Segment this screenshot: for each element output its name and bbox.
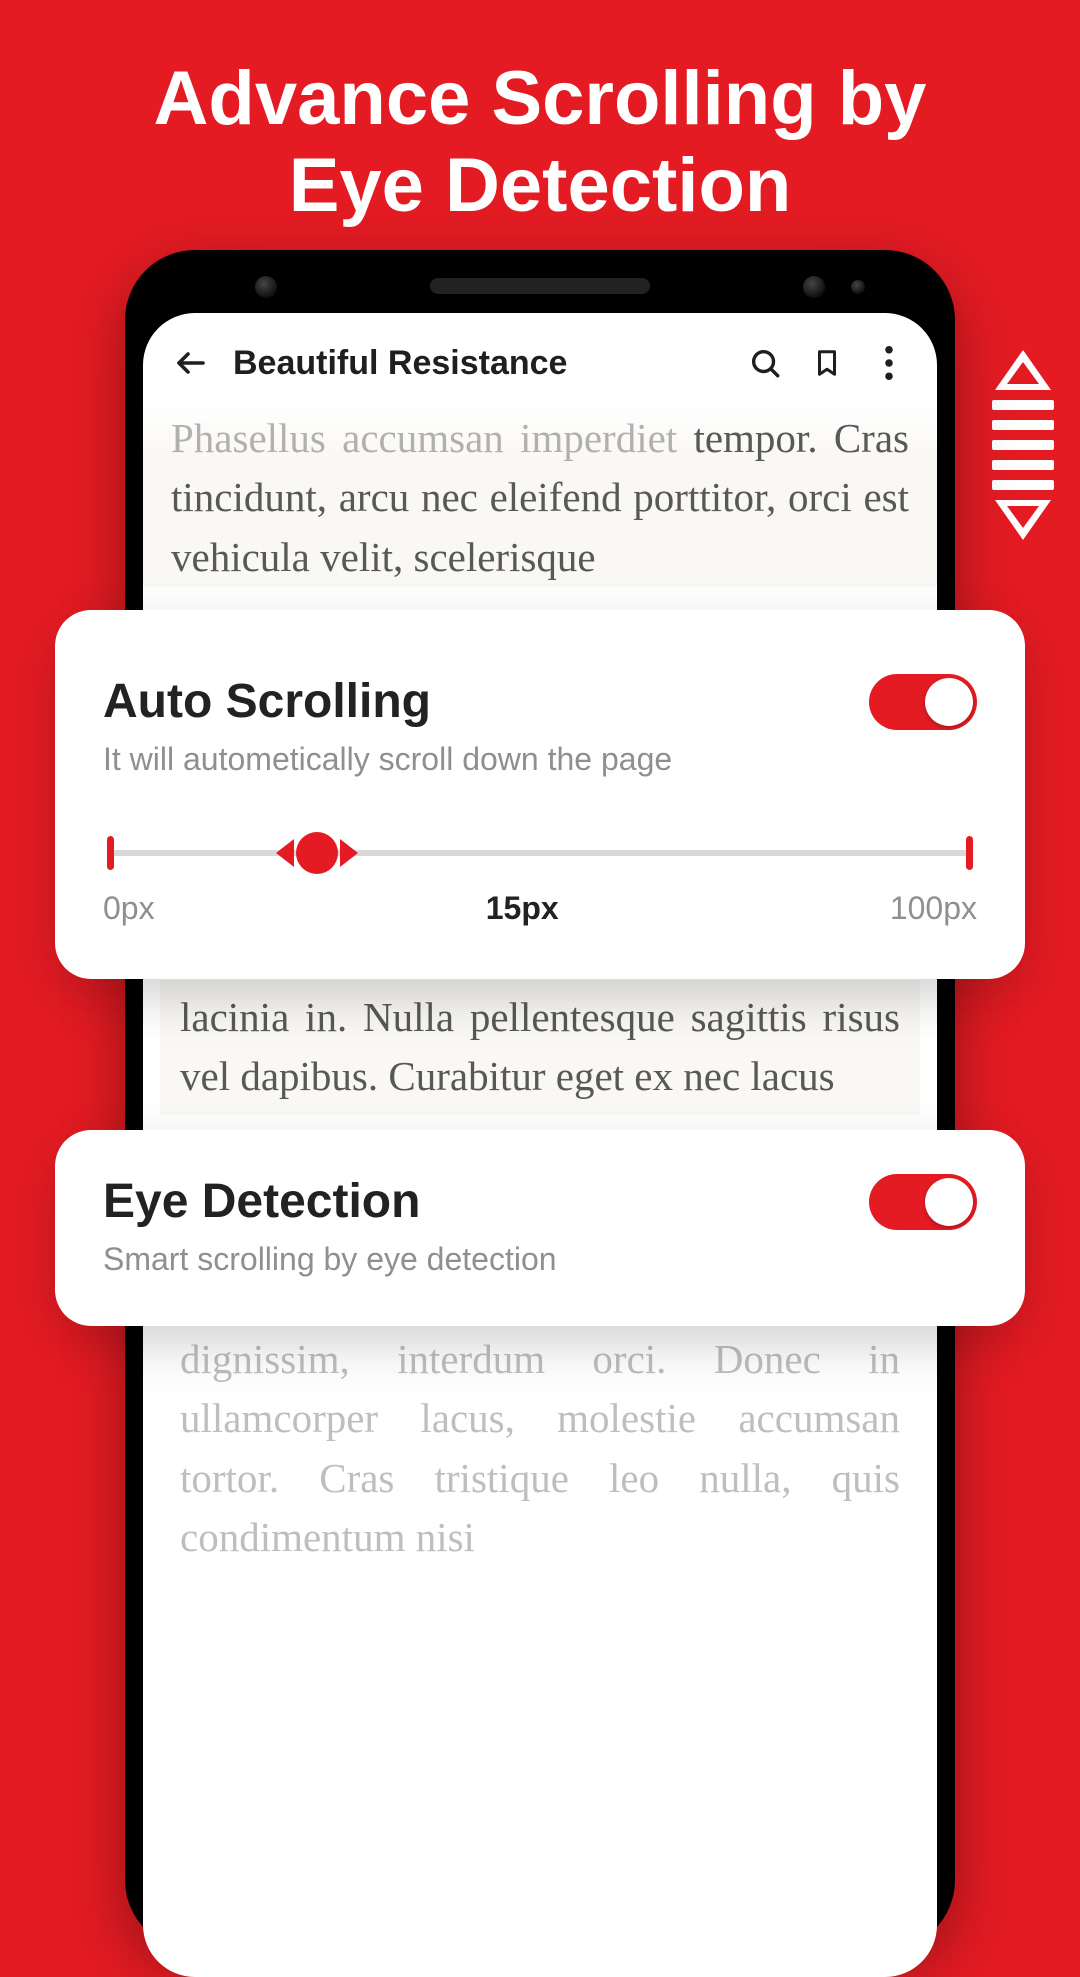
phone-speaker: [430, 278, 650, 294]
eye-detection-toggle[interactable]: [869, 1174, 977, 1230]
auto-scrolling-card: Auto Scrolling It will autometically scr…: [55, 610, 1025, 979]
scroll-down-icon: [995, 500, 1051, 540]
eye-detection-card: Eye Detection Smart scrolling by eye det…: [55, 1130, 1025, 1326]
toggle-knob: [925, 1178, 973, 1226]
app-toolbar: Beautiful Resistance: [143, 313, 937, 405]
hero-title: Advance Scrolling by Eye Detection: [0, 0, 1080, 270]
reader-body-mid[interactable]: lacinia in. Nulla pellentesque sagittis …: [160, 980, 920, 1115]
phone-sensor: [851, 280, 865, 294]
slider-max-marker: [966, 836, 973, 870]
phone-sensor: [803, 276, 825, 298]
slider-current-label: 15px: [486, 890, 559, 927]
slider-increase-icon: [340, 839, 358, 867]
auto-scrolling-subtitle: It will autometically scroll down the pa…: [103, 741, 672, 778]
reader-body-bottom: dignissim, interdum orci. Donec in ullam…: [160, 1330, 920, 1568]
phone-sensor: [255, 276, 277, 298]
slider-min-marker: [107, 836, 114, 870]
slider-max-label: 100px: [890, 890, 977, 927]
back-button[interactable]: [171, 343, 211, 383]
search-button[interactable]: [745, 343, 785, 383]
scroll-speed-slider[interactable]: 0px 15px 100px: [103, 850, 977, 927]
hero-title-line1: Advance Scrolling by: [154, 56, 927, 141]
document-title: Beautiful Resistance: [233, 344, 723, 383]
reader-body-faded-line: Phasellus accumsan imperdiet: [171, 415, 677, 461]
auto-scrolling-title: Auto Scrolling: [103, 674, 672, 729]
slider-thumb[interactable]: [276, 832, 358, 874]
eye-detection-title: Eye Detection: [103, 1174, 557, 1229]
more-menu-button[interactable]: [869, 343, 909, 383]
auto-scrolling-toggle[interactable]: [869, 674, 977, 730]
reader-body[interactable]: Phasellus accumsan imperdiet tempor. Cra…: [143, 405, 937, 587]
scroll-indicator-decor: [992, 350, 1054, 540]
slider-handle: [296, 832, 338, 874]
hero-title-line2: Eye Detection: [289, 143, 792, 228]
eye-detection-subtitle: Smart scrolling by eye detection: [103, 1241, 557, 1278]
slider-decrease-icon: [276, 839, 294, 867]
toggle-knob: [925, 678, 973, 726]
scroll-up-icon: [995, 350, 1051, 390]
bookmark-button[interactable]: [807, 343, 847, 383]
slider-min-label: 0px: [103, 890, 155, 927]
